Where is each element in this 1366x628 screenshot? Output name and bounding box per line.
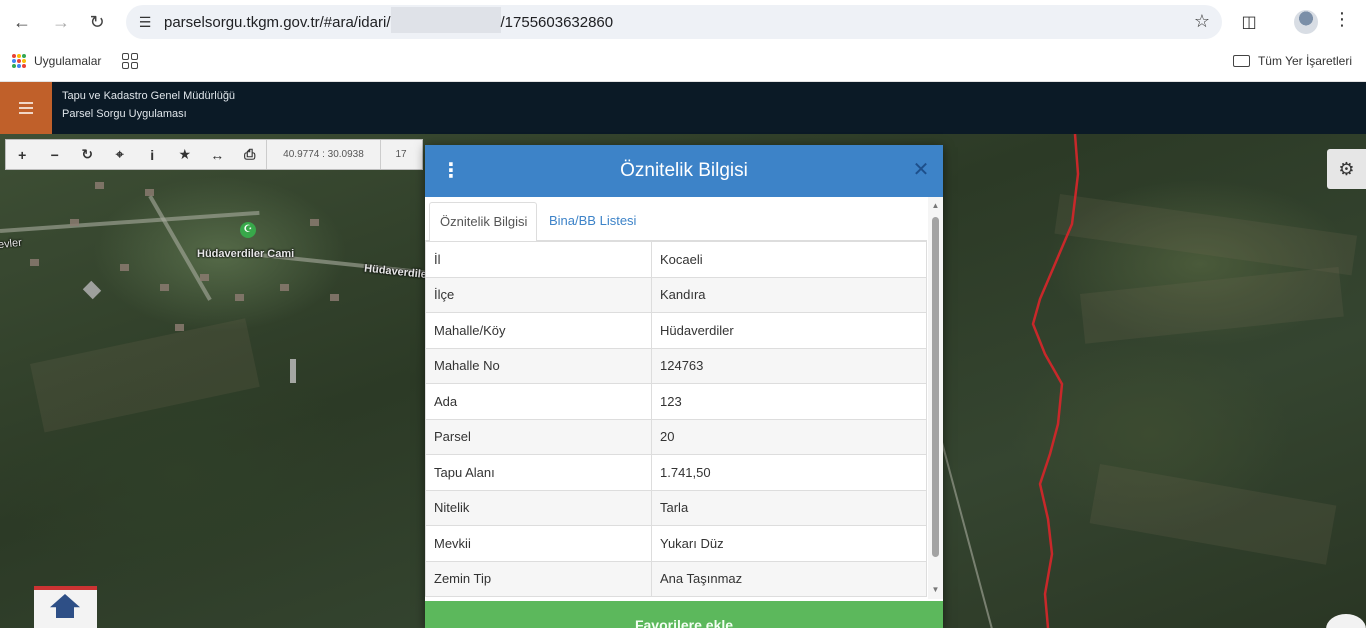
site-info-icon[interactable]: ☰ xyxy=(134,11,156,33)
row-value: 1.741,50 xyxy=(651,454,927,491)
apps-grid-icon xyxy=(12,54,26,68)
tab-attribute-info[interactable]: Öznitelik Bilgisi xyxy=(429,202,537,242)
folder-icon xyxy=(1232,55,1250,67)
row-key: Tapu Alanı xyxy=(425,454,652,491)
table-row: Ada 123 xyxy=(425,383,927,420)
zoom-out-icon[interactable]: − xyxy=(39,140,72,169)
attribute-table-container: İl Kocaeli İlçe Kandıra Mahalle/Köy Hüdaver… xyxy=(425,241,927,599)
table-row: İlçe Kandıra xyxy=(425,276,927,313)
settings-gear-icon[interactable]: ⚙ xyxy=(1327,149,1366,189)
coordinate-readout: 40.9774 : 30.0938 xyxy=(266,140,381,169)
zoom-level: 17 xyxy=(395,149,407,160)
row-key: İl xyxy=(425,241,652,278)
tab-building-list[interactable]: Bina/BB Listesi xyxy=(539,202,646,242)
all-bookmarks[interactable]: Tüm Yer İşaretleri xyxy=(1232,54,1352,68)
info-icon[interactable]: i xyxy=(136,140,169,169)
favorite-star-icon[interactable]: ★ xyxy=(169,140,202,169)
row-key: Parsel xyxy=(425,418,652,455)
profile-avatar[interactable] xyxy=(1294,10,1318,34)
scroll-up-icon[interactable]: ▲ xyxy=(931,201,940,211)
table-row: Mahalle No 124763 xyxy=(425,347,927,384)
row-value: 123 xyxy=(651,383,927,420)
tab-groups-icon[interactable] xyxy=(122,53,138,69)
hamburger-menu-icon[interactable] xyxy=(0,82,52,134)
row-key: Nitelik xyxy=(425,489,652,526)
map-toolbar: + − ↻ ⌖ i ★ ↔ ⎙ 40.9774 : 30.0938 17 xyxy=(5,139,423,170)
close-icon[interactable]: ✕ xyxy=(911,159,931,181)
row-value: Yukarı Düz xyxy=(651,525,927,562)
row-value: Hüdaverdiler xyxy=(651,312,927,349)
measure-icon[interactable]: ↔ xyxy=(201,140,234,169)
row-value: 20 xyxy=(651,418,927,455)
table-row: Parsel 20 xyxy=(425,418,927,455)
bookmark-star-icon[interactable]: ☆ xyxy=(1194,11,1210,32)
table-row: Mahalle/Köy Hüdaverdiler xyxy=(425,312,927,349)
all-bookmarks-label: Tüm Yer İşaretleri xyxy=(1257,54,1352,68)
row-value: Tarla xyxy=(651,489,927,526)
scrollbar-thumb[interactable] xyxy=(932,217,939,557)
row-key: Zemin Tip xyxy=(425,560,652,597)
bookmark-apps-label: Uygulamalar xyxy=(34,54,102,68)
extensions-icon[interactable]: ◫ xyxy=(1236,9,1262,35)
dialog-scrollbar[interactable]: ▲ ▼ xyxy=(928,197,943,599)
table-row: Mevkii Yukarı Düz xyxy=(425,525,927,562)
bookmarks-bar: Uygulamalar Tüm Yer İşaretleri xyxy=(0,44,1366,82)
bookmark-apps[interactable]: Uygulamalar xyxy=(12,54,101,68)
browser-menu-icon[interactable]: ⋮ xyxy=(1332,9,1352,35)
attribute-table: İl Kocaeli İlçe Kandıra Mahalle/Köy Hüdaver… xyxy=(425,241,927,597)
dialog-tabs: Öznitelik Bilgisi Bina/BB Listesi xyxy=(425,201,927,242)
app-header: Tapu ve Kadastro Genel Müdürlüğü Parsel … xyxy=(0,82,1366,134)
scroll-down-icon[interactable]: ▼ xyxy=(931,585,940,595)
row-key: Mahalle/Köy xyxy=(425,312,652,349)
row-value: Kocaeli xyxy=(651,241,927,278)
row-value: Kandıra xyxy=(651,276,927,313)
dialog-header: ⋮ Öznitelik Bilgisi ✕ xyxy=(425,145,943,197)
print-icon[interactable]: ⎙ xyxy=(234,140,267,169)
tkgm-logo xyxy=(34,586,97,628)
row-value: Ana Taşınmaz xyxy=(651,560,927,597)
row-key: Mahalle No xyxy=(425,347,652,384)
app-title-org: Tapu ve Kadastro Genel Müdürlüğü xyxy=(62,90,236,102)
table-row: Nitelik Tarla xyxy=(425,489,927,526)
address-bar[interactable]: ☰ parselsorgu.tkgm.gov.tr/#ara/idari//17… xyxy=(126,5,1222,39)
url-text[interactable]: parselsorgu.tkgm.gov.tr/#ara/idari//1755… xyxy=(164,7,613,33)
app-title-name: Parsel Sorgu Uygulaması xyxy=(62,108,187,120)
row-key: Mevkii xyxy=(425,525,652,562)
add-to-favorites-button[interactable]: Favorilere ekle xyxy=(425,601,943,628)
refresh-icon[interactable]: ↻ xyxy=(71,140,104,169)
back-arrow-icon[interactable]: ← xyxy=(7,7,37,37)
url-redacted xyxy=(390,7,501,33)
table-row: Tapu Alanı 1.741,50 xyxy=(425,454,927,491)
table-row: Zemin Tip Ana Taşınmaz xyxy=(425,560,927,597)
zoom-in-icon[interactable]: + xyxy=(6,140,39,169)
forward-arrow-icon[interactable]: → xyxy=(46,7,76,37)
dialog-title: Öznitelik Bilgisi xyxy=(620,160,748,181)
browser-toolbar: ← → ↻ ☰ parselsorgu.tkgm.gov.tr/#ara/ida… xyxy=(0,0,1366,44)
reload-icon[interactable]: ↻ xyxy=(82,7,112,37)
row-value: 124763 xyxy=(651,347,927,384)
row-key: İlçe xyxy=(425,276,652,313)
attribute-dialog: ⋮ Öznitelik Bilgisi ✕ Öznitelik Bilgisi … xyxy=(425,145,943,628)
row-key: Ada xyxy=(425,383,652,420)
locate-icon[interactable]: ⌖ xyxy=(104,140,137,169)
table-row: İl Kocaeli xyxy=(425,241,927,278)
